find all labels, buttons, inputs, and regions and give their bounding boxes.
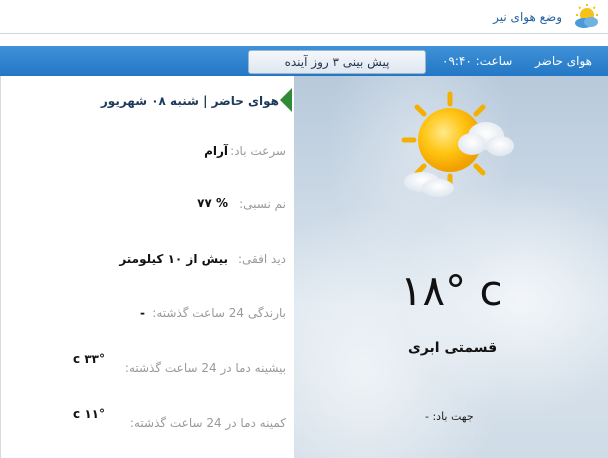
details-panel <box>0 76 294 458</box>
page-title: وضع هوای نیر <box>493 10 562 24</box>
weather-panel: ۱۸° c قسمتی ابری جهت باد: - <box>293 76 608 458</box>
wind-speed-value: آرام <box>204 144 228 158</box>
precipitation-label: بارندگی 24 ساعت گذشته: <box>152 306 286 320</box>
wind-speed-label: سرعت باد: <box>230 144 286 158</box>
max-temp-value: ۳۳° c <box>73 352 105 366</box>
partly-cloudy-sun-icon <box>401 91 514 197</box>
tab-forecast-3-days[interactable]: پیش بینی ۳ روز آینده <box>248 50 426 74</box>
panel-heading: هوای حاضر | شنبه ۰۸ شهریور <box>100 94 279 108</box>
visibility-value: بیش از ۱۰ کیلومتر <box>119 252 228 266</box>
precipitation-value: - <box>140 306 145 320</box>
weather-condition: قسمتی ابری <box>408 340 498 356</box>
max-temp-label: بیشینه دما در 24 ساعت گذشته: <box>124 361 286 375</box>
humidity-label: نم نسبی: <box>239 197 286 211</box>
wind-direction: جهت باد: - <box>425 410 474 423</box>
heading-arrow-icon <box>280 88 292 112</box>
current-temperature: ۱۸° c <box>400 266 505 315</box>
sun-cloud-icon <box>575 4 598 28</box>
tab-current-weather[interactable]: هوای حاضر <box>535 54 592 68</box>
humidity-value: % ۷۷ <box>197 196 228 210</box>
visibility-label: دید افقی: <box>238 252 286 266</box>
min-temp-value: ۱۱° c <box>73 407 105 421</box>
header-divider <box>0 33 608 34</box>
header: وضع هوای نیر <box>0 0 608 34</box>
min-temp-label: کمینه دما در 24 ساعت گذشته: <box>129 416 286 430</box>
observation-time: ساعت: ۰۹:۴۰ <box>442 54 513 68</box>
